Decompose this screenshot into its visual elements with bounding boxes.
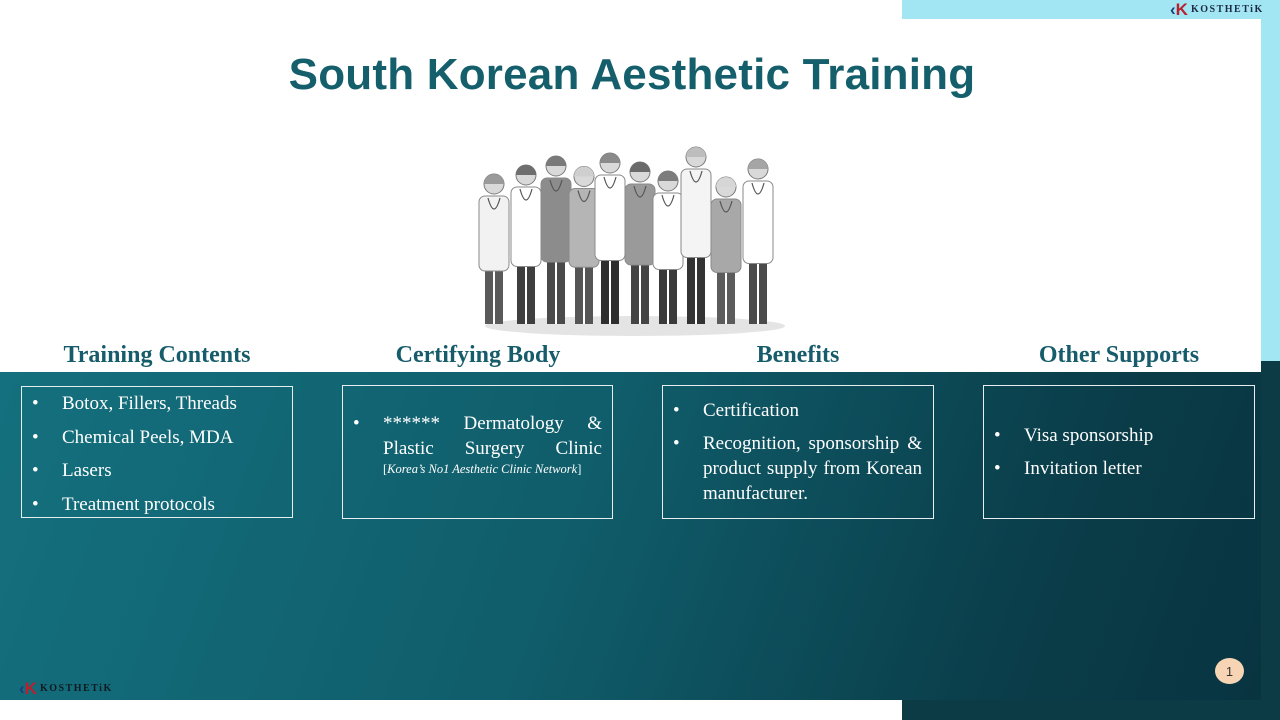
brand-logo-text: KOSTHETiK [1190, 3, 1264, 15]
brand-logo-mark-icon: ‹K [1170, 0, 1188, 19]
list-item: ****** Dermatology & Plastic Surgery Cli… [343, 411, 602, 478]
slide-title: South Korean Aesthetic Training [288, 50, 976, 99]
accent-strip-right-dark [1261, 361, 1280, 720]
heading-other-supports: Other Supports [1038, 342, 1200, 368]
heading-certifying-body: Certifying Body [395, 342, 561, 368]
brand-logo-top: ‹K KOSTHETiK [1170, 0, 1264, 18]
heading-training-contents: Training Contents [63, 342, 251, 368]
staff-figure [624, 161, 656, 324]
accent-bar-bottom-right [902, 700, 1280, 720]
brand-logo-mark-icon: ‹K [19, 678, 37, 698]
card-benefits: Certification Recognition, sponsorship &… [662, 385, 934, 519]
list-item: Visa sponsorship [984, 424, 1254, 448]
staff-figure [594, 152, 626, 324]
staff-figure [680, 146, 712, 324]
slide: ‹K KOSTHETiK South Korean Aesthetic Trai… [0, 0, 1280, 720]
card-training-contents: Botox, Fillers, Threads Chemical Peels, … [21, 386, 293, 518]
certifying-clinic-name: ****** Dermatology & Plastic Surgery Cli… [383, 413, 602, 459]
list-item: Recognition, sponsorship & product suppl… [663, 431, 922, 506]
page-number-badge: 1 [1215, 658, 1244, 684]
heading-benefits: Benefits [756, 342, 840, 368]
list-item: Lasers [22, 459, 292, 483]
staff-figure [478, 173, 510, 324]
certifying-clinic-note: [Korea’s No1 Aesthetic Clinic Network] [383, 462, 582, 476]
list-item: Chemical Peels, MDA [22, 426, 292, 450]
staff-figure [742, 158, 774, 324]
list-item: Invitation letter [984, 457, 1254, 481]
staff-figure [652, 170, 684, 324]
staff-figure [540, 155, 572, 324]
card-other-supports: Visa sponsorship Invitation letter [983, 385, 1255, 519]
staff-figure [710, 176, 742, 324]
brand-logo-bottom: ‹K KOSTHETiK [19, 679, 113, 697]
list-item: Treatment protocols [22, 493, 292, 517]
staff-figure [510, 164, 542, 324]
medical-team-illustration [478, 146, 785, 336]
brand-logo-text: KOSTHETiK [39, 682, 113, 694]
list-item: Botox, Fillers, Threads [22, 392, 292, 416]
list-item: Certification [663, 398, 922, 423]
card-certifying-body: ****** Dermatology & Plastic Surgery Cli… [342, 385, 613, 519]
